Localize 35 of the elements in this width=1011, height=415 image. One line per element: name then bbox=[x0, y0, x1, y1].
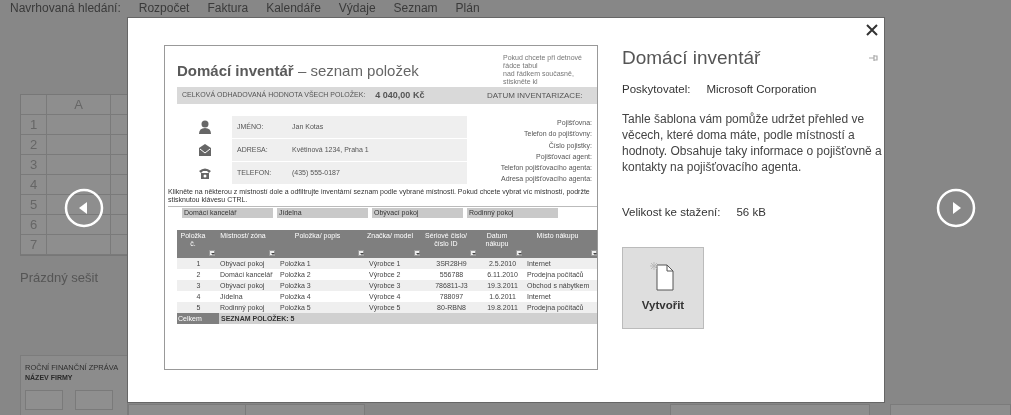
search-link[interactable]: Výdaje bbox=[338, 1, 376, 16]
suggestions-label: Navrhovaná hledání: bbox=[10, 1, 121, 16]
size-label: Velikost ke stažení: bbox=[622, 205, 721, 218]
create-button[interactable]: Vytvořit bbox=[622, 247, 704, 329]
filter-dropdown-icon[interactable] bbox=[516, 250, 522, 256]
grid-cell bbox=[47, 215, 111, 235]
filter-dropdown-icon[interactable] bbox=[209, 250, 215, 256]
provider-name: Microsoft Corporation bbox=[706, 82, 817, 95]
grid-cell bbox=[47, 175, 111, 195]
template-description: Tahle šablona vám pomůže udržet přehled ve věcech, které doma máte, podle místností a hodnoty. Obsahuje taky informace o pojišťovně a kontakty na pojišťovacího agenta. bbox=[622, 110, 883, 175]
filter-dropdown-icon[interactable] bbox=[591, 250, 597, 256]
document-title: Domácí inventář – seznam položek bbox=[177, 61, 419, 81]
search-link[interactable]: Seznam bbox=[393, 1, 438, 16]
template-title: Domácí inventář bbox=[622, 46, 762, 70]
filter-dropdown-icon[interactable] bbox=[358, 250, 364, 256]
next-button[interactable] bbox=[936, 188, 976, 228]
summary-value: 4 040,00 Kč bbox=[375, 88, 425, 102]
filter-dropdown-icon[interactable] bbox=[414, 250, 420, 256]
search-link[interactable]: Plán bbox=[455, 1, 480, 16]
template-thumbnail[interactable] bbox=[245, 404, 365, 415]
template-thumbnail[interactable] bbox=[128, 404, 248, 415]
envelope-icon bbox=[197, 143, 212, 157]
filter-dropdown-icon[interactable] bbox=[470, 250, 476, 256]
provider-label: Poskytovatel: bbox=[622, 82, 691, 95]
search-link[interactable]: Rozpočet bbox=[138, 1, 190, 16]
search-link[interactable]: Kalendáře bbox=[266, 1, 321, 16]
filter-dropdown-icon[interactable] bbox=[269, 250, 275, 256]
previous-button[interactable] bbox=[64, 188, 104, 228]
size-value: 56 kB bbox=[736, 205, 766, 218]
close-icon[interactable] bbox=[866, 24, 878, 36]
person-icon bbox=[197, 120, 212, 135]
template-thumbnail[interactable] bbox=[670, 404, 870, 415]
search-link[interactable]: Faktura bbox=[207, 1, 249, 16]
new-document-icon bbox=[650, 261, 676, 292]
date-label: DATUM INVENTARIZACE: bbox=[487, 89, 584, 102]
